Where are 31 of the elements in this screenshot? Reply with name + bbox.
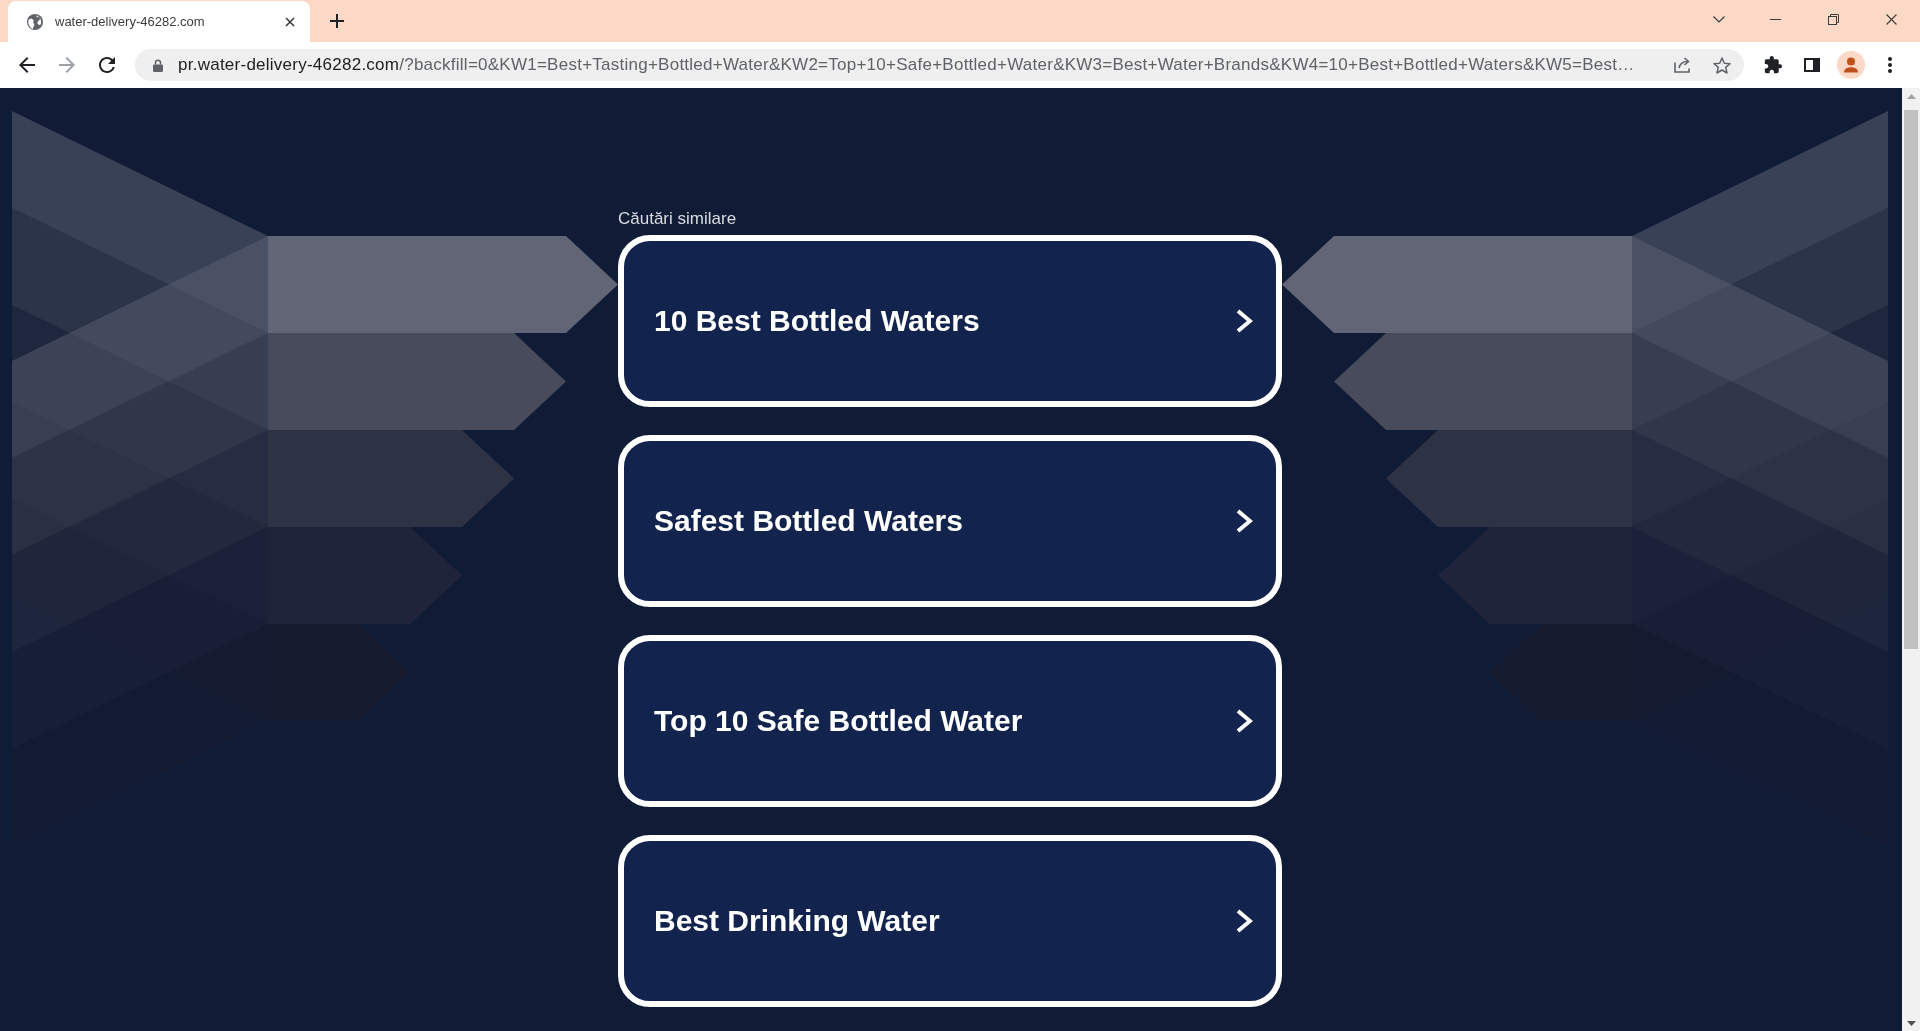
- share-icon: [1674, 57, 1692, 73]
- globe-icon: [27, 13, 43, 30]
- related-search-link[interactable]: Safest Bottled Waters: [618, 435, 1282, 607]
- minimize-icon: [1769, 18, 1781, 20]
- related-search-link[interactable]: Top 10 Safe Bottled Water: [618, 635, 1282, 807]
- chevron-right-icon: [1235, 708, 1253, 734]
- scrollbar-thumb[interactable]: [1904, 110, 1918, 649]
- star-icon: [1713, 56, 1731, 74]
- address-bar[interactable]: pr.water-delivery-46282.com/?backfill=0&KW1=Best+Tasting+Bottled+Water&KW2=Top+10+Safe+Bottled+Water&KW3=Best+Water+Brands&KW4=10+Best+Bottled+Waters&KW5=Best…: [135, 49, 1744, 81]
- side-panel-icon: [1804, 58, 1820, 72]
- chevron-down-icon: [1713, 15, 1725, 23]
- puzzle-icon: [1764, 56, 1782, 74]
- plus-icon: [330, 14, 344, 28]
- arrow-left-icon: [19, 57, 35, 73]
- related-search-link[interactable]: Best Drinking Water: [618, 835, 1282, 1007]
- chevron-right-icon: [1235, 308, 1253, 334]
- close-icon: [285, 16, 295, 27]
- arrow-right-icon: [59, 57, 75, 73]
- url-text: pr.water-delivery-46282.com/?backfill=0&KW1=Best+Tasting+Bottled+Water&KW2=Top+10+Safe+Bottled+Water&KW3=Best+Water+Brands&KW4=10+Best+Bottled+Waters&KW5=Best…: [178, 55, 1636, 75]
- lock-icon: [153, 58, 163, 72]
- close-icon: [1885, 13, 1897, 25]
- caret-down-icon[interactable]: [1906, 1021, 1916, 1026]
- section-heading: Căutări similare: [618, 209, 738, 229]
- restore-icon: [1827, 13, 1839, 25]
- chevron-right-icon: [1235, 908, 1253, 934]
- reload-icon: [99, 57, 115, 73]
- chevron-right-icon: [1235, 508, 1253, 534]
- more-vertical-icon: [1888, 57, 1892, 73]
- browser-tab[interactable]: water-delivery-46282.com: [8, 1, 310, 42]
- avatar-icon: [1837, 51, 1865, 79]
- related-search-link[interactable]: 10 Best Bottled Waters: [618, 235, 1282, 407]
